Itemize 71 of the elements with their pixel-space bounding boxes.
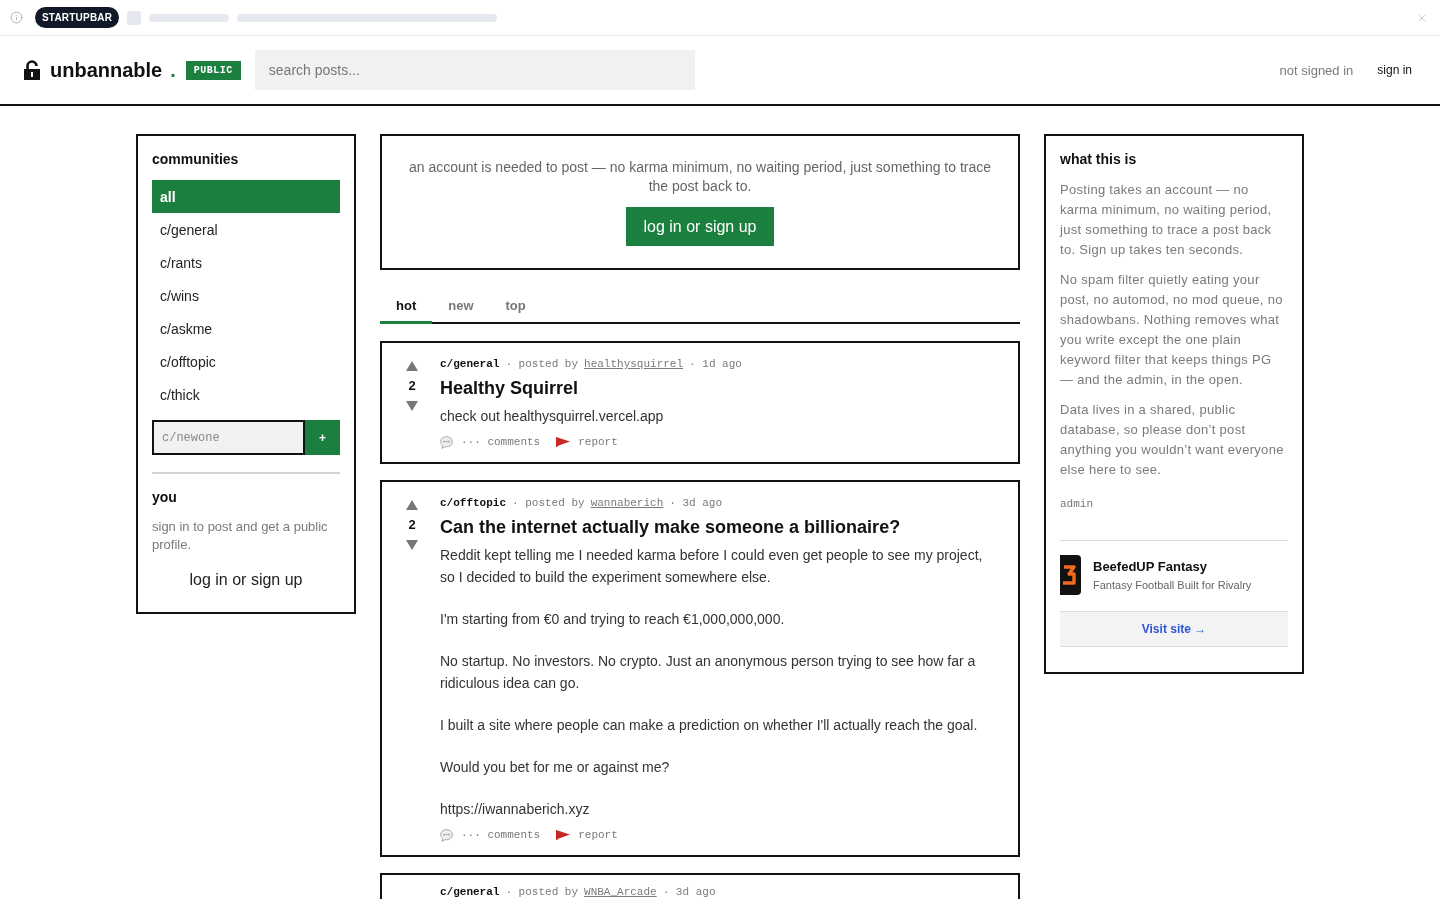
logo-icon bbox=[1060, 555, 1081, 595]
loading-placeholder-square bbox=[127, 10, 142, 25]
brand-dot: . bbox=[170, 58, 176, 82]
site-name[interactable]: unbannable bbox=[50, 58, 163, 82]
vote-score: 2 bbox=[408, 518, 416, 532]
post-body-text: I built a site where people can make a prediction on whether I'll actually reach the goal. bbox=[440, 716, 979, 735]
padlock-icon bbox=[24, 60, 40, 80]
posted-by-label: · posted by bbox=[505, 357, 579, 371]
section-title: communities bbox=[152, 150, 240, 168]
search-field[interactable]: search posts... bbox=[254, 50, 695, 90]
post-time: · 3d ago bbox=[662, 885, 716, 899]
author-link[interactable]: WNBA_Arcade bbox=[584, 885, 657, 899]
login-link[interactable]: log in or sign up bbox=[189, 570, 303, 590]
upvote-icon[interactable] bbox=[406, 361, 418, 371]
community-item[interactable]: c/askme bbox=[152, 312, 340, 345]
notice-text: an account is needed to post — no karma minimum, no waiting period, just something to trace the post back to. bbox=[407, 158, 993, 196]
add-community-button[interactable]: + bbox=[305, 420, 340, 455]
post-title[interactable]: Healthy Squirrel bbox=[440, 376, 1000, 400]
downvote-icon[interactable] bbox=[406, 540, 418, 550]
speech-bubble-icon bbox=[440, 828, 453, 842]
community-item[interactable]: c/offtopic bbox=[152, 345, 340, 378]
sort-tab[interactable]: top bbox=[489, 289, 542, 324]
post-title[interactable]: Can the internet actually make someone a billionaire? bbox=[440, 515, 1000, 539]
post-body-text: I'm starting from €0 and trying to reach €1,000,000,000. bbox=[440, 610, 786, 629]
community-item[interactable]: c/general bbox=[152, 213, 340, 246]
section-title: you bbox=[152, 488, 178, 506]
post-body-text: Reddit kept telling me I needed karma before I could even get people to see my project, so I decided to build the experiment somewhere else. bbox=[440, 546, 984, 587]
posted-by-label: · posted by bbox=[512, 496, 585, 510]
post-body-text: check out healthysquirrel.vercel.app bbox=[440, 407, 665, 426]
login-button[interactable]: log in or sign up bbox=[625, 207, 775, 246]
admin-signature: admin bbox=[1060, 497, 1094, 511]
ad-title: BeefedUP Fantasy bbox=[1093, 559, 1208, 574]
report-link[interactable]: report bbox=[578, 827, 618, 843]
sort-tab[interactable]: hot bbox=[380, 289, 433, 324]
author-link[interactable]: healthysquirrel bbox=[584, 357, 684, 371]
sort-tab[interactable]: new bbox=[432, 289, 490, 324]
post-time: · 1d ago bbox=[689, 357, 742, 371]
community-link[interactable]: c/general bbox=[440, 357, 500, 371]
flag-icon bbox=[556, 437, 571, 447]
section-title: what this is bbox=[1060, 150, 1138, 168]
flag-icon bbox=[556, 830, 571, 840]
visit-site-button[interactable]: Visit site → bbox=[1060, 611, 1288, 647]
upvote-icon[interactable] bbox=[406, 500, 418, 510]
sign-in-link[interactable]: sign in bbox=[1377, 63, 1412, 77]
comments-link[interactable]: ··· comments bbox=[461, 827, 541, 843]
about-text: Data lives in a shared, public database, so please don’t post anything you wouldn’t want everyone else here to see. bbox=[1060, 401, 1285, 479]
community-link[interactable]: c/general bbox=[440, 885, 500, 899]
downvote-icon[interactable] bbox=[406, 401, 418, 411]
community-item[interactable]: c/rants bbox=[152, 246, 340, 279]
about-text: Posting takes an account — no karma minimum, no waiting period, just something to trace a post back to. Sign up takes ten seconds. bbox=[1060, 181, 1273, 259]
report-link[interactable]: report bbox=[578, 434, 618, 450]
vote-score: 2 bbox=[408, 379, 416, 393]
posted-by-label: · posted by bbox=[505, 885, 579, 899]
speech-bubble-icon bbox=[440, 435, 453, 449]
comments-link[interactable]: ··· comments bbox=[461, 434, 541, 450]
sign-in-status: not signed in bbox=[1279, 62, 1354, 78]
community-item[interactable]: c/wins bbox=[152, 279, 340, 312]
community-item[interactable]: c/thick bbox=[152, 378, 340, 411]
public-badge: PUBLIC bbox=[185, 60, 241, 80]
post-body-text: No startup. No investors. No crypto. Just an anonymous person trying to see how far a ridiculous idea can go. bbox=[440, 652, 977, 693]
author-link[interactable]: wannaberich bbox=[590, 496, 664, 510]
post-body-text: Would you bet for me or against me? bbox=[440, 758, 671, 777]
post-time: · 3d ago bbox=[669, 496, 723, 510]
sign-in-hint: sign in to post and get a public profile. bbox=[152, 518, 329, 554]
startupbar-badge[interactable]: STARTUPBAR bbox=[35, 7, 120, 28]
about-text: No spam filter quietly eating your post, no automod, no mod queue, no shadowbans. Nothing removes what you write except the one plain keyword filter that keeps things PG — and the admin, in the open. bbox=[1060, 271, 1284, 389]
community-link[interactable]: c/offtopic bbox=[440, 496, 506, 510]
new-community-field[interactable]: c/newone bbox=[152, 420, 305, 455]
ad-tagline: Fantasy Football Built for Rivalry bbox=[1093, 579, 1252, 591]
post-body-text: https://iwannaberich.xyz bbox=[440, 800, 591, 819]
community-item[interactable]: all bbox=[152, 180, 340, 213]
